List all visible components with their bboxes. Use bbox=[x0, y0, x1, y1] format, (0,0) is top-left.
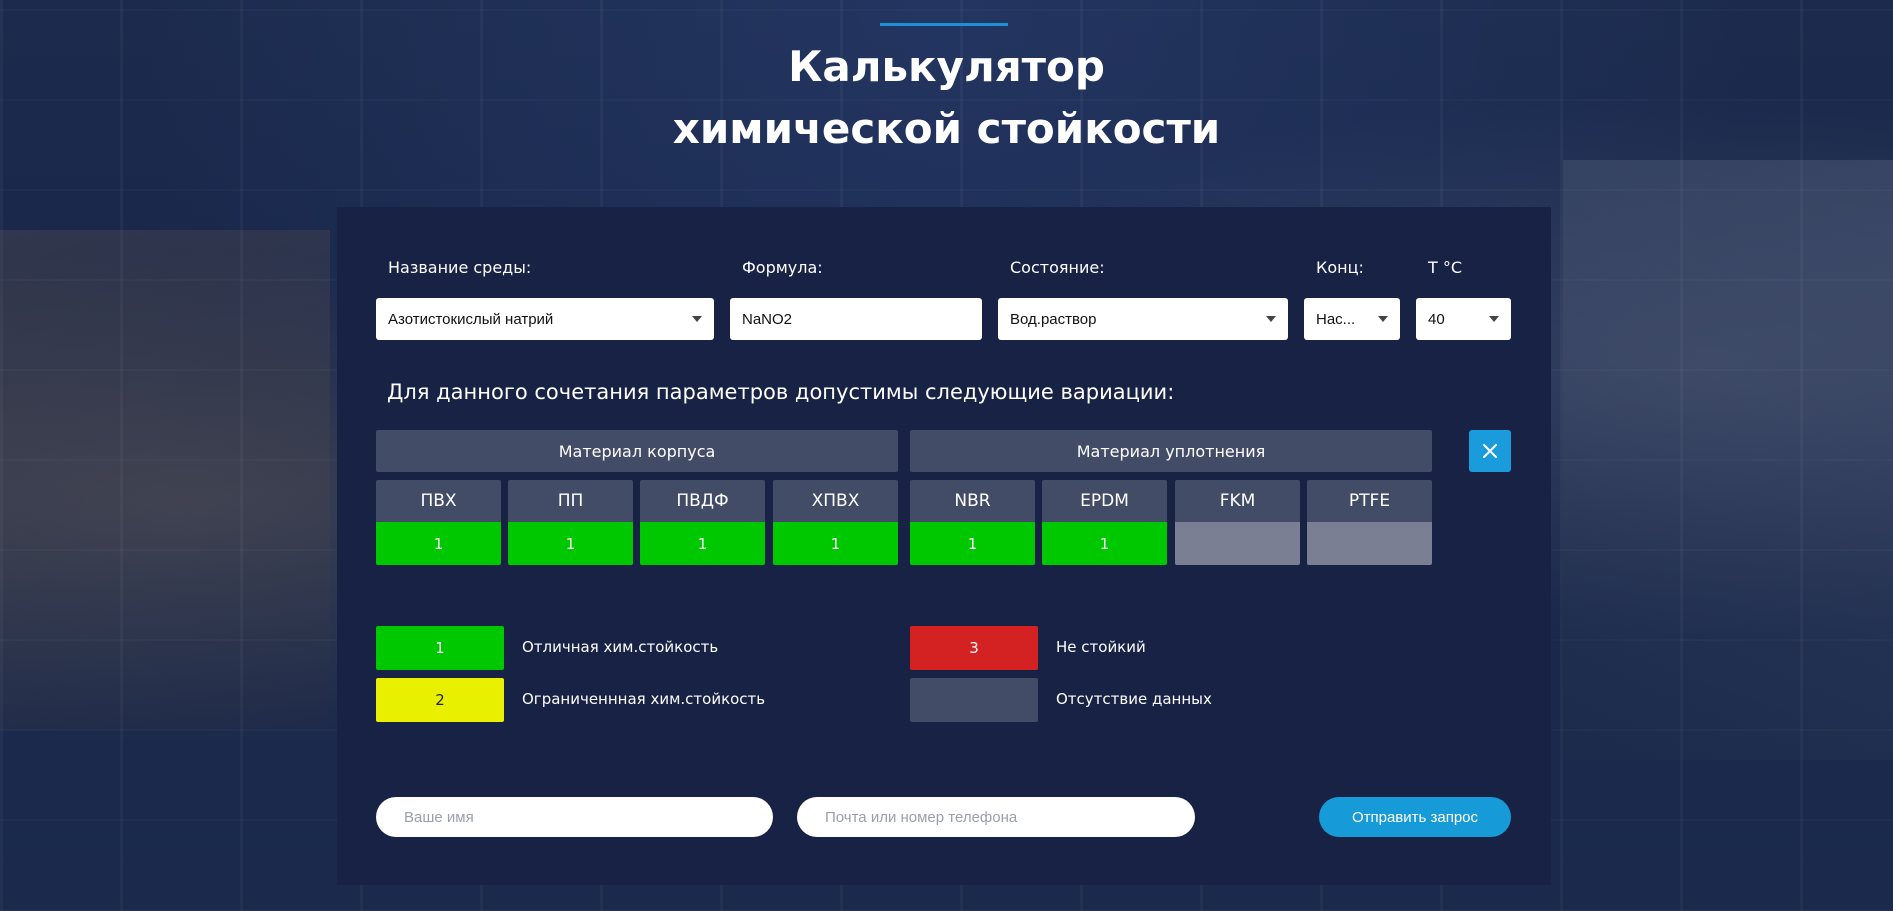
page-title-line2: химической стойкости bbox=[672, 104, 1221, 153]
material-rating: 1 bbox=[376, 522, 501, 565]
page-title: Калькулятор химической стойкости bbox=[0, 36, 1893, 160]
legend-swatch bbox=[910, 678, 1038, 722]
state-select[interactable]: Вод.раствор bbox=[998, 298, 1288, 340]
concentration-label: Конц: bbox=[1316, 258, 1364, 277]
temperature-select[interactable]: 40 bbox=[1416, 298, 1511, 340]
chevron-down-icon bbox=[1378, 316, 1388, 322]
material-column: ХПВХ 1 bbox=[773, 480, 898, 565]
background-left bbox=[0, 230, 330, 730]
results-info-text: Для данного сочетания параметров допусти… bbox=[387, 380, 1175, 404]
material-rating: 1 bbox=[508, 522, 633, 565]
material-name: PTFE bbox=[1307, 480, 1432, 522]
material-column: ПВДФ 1 bbox=[640, 480, 765, 565]
background-right bbox=[1563, 160, 1893, 760]
title-accent-line bbox=[880, 23, 1008, 26]
material-name: ПВДФ bbox=[640, 480, 765, 522]
formula-input[interactable]: NaNO2 bbox=[730, 298, 982, 340]
temperature-label: Т °С bbox=[1428, 258, 1463, 277]
temperature-select-value: 40 bbox=[1428, 310, 1445, 328]
formula-input-value: NaNO2 bbox=[742, 310, 793, 328]
legend-label: Отличная хим.стойкость bbox=[522, 638, 719, 656]
material-name: FKM bbox=[1175, 480, 1300, 522]
state-select-value: Вод.раствор bbox=[1010, 310, 1097, 328]
material-column: PTFE bbox=[1307, 480, 1432, 565]
material-name: ПВХ bbox=[376, 480, 501, 522]
medium-select[interactable]: Азотистокислый натрий bbox=[376, 298, 714, 340]
submit-request-button[interactable]: Отправить запрос bbox=[1319, 797, 1511, 837]
state-label: Состояние: bbox=[1010, 258, 1105, 277]
chevron-down-icon bbox=[1266, 316, 1276, 322]
legend-label: Не стойкий bbox=[1056, 638, 1146, 656]
body-material-header: Материал корпуса bbox=[376, 430, 898, 472]
medium-label: Название среды: bbox=[388, 258, 532, 277]
legend-label: Ограниченнная хим.стойкость bbox=[522, 690, 766, 708]
medium-select-value: Азотистокислый натрий bbox=[388, 310, 554, 328]
material-rating: 1 bbox=[910, 522, 1035, 565]
close-icon bbox=[1483, 444, 1497, 458]
legend-swatch: 1 bbox=[376, 626, 504, 670]
material-name: ПП bbox=[508, 480, 633, 522]
concentration-select-value: Нас... bbox=[1316, 310, 1356, 328]
material-column: FKM bbox=[1175, 480, 1300, 565]
material-name: NBR bbox=[910, 480, 1035, 522]
material-rating: 1 bbox=[773, 522, 898, 565]
material-rating: 1 bbox=[640, 522, 765, 565]
material-column: ПВХ 1 bbox=[376, 480, 501, 565]
material-rating: 1 bbox=[1042, 522, 1167, 565]
contact-input[interactable]: Почта или номер телефона bbox=[797, 797, 1195, 837]
legend-swatch: 2 bbox=[376, 678, 504, 722]
material-column: EPDM 1 bbox=[1042, 480, 1167, 565]
concentration-select[interactable]: Нас... bbox=[1304, 298, 1400, 340]
seal-material-header: Материал уплотнения bbox=[910, 430, 1432, 472]
close-button[interactable] bbox=[1469, 430, 1511, 472]
name-input-placeholder: Ваше имя bbox=[404, 808, 474, 826]
chevron-down-icon bbox=[692, 316, 702, 322]
material-name: ХПВХ bbox=[773, 480, 898, 522]
formula-label: Формула: bbox=[742, 258, 823, 277]
legend-label: Отсутствие данных bbox=[1056, 690, 1212, 708]
page-title-line1: Калькулятор bbox=[788, 42, 1105, 91]
chevron-down-icon bbox=[1489, 316, 1499, 322]
material-rating bbox=[1307, 522, 1432, 565]
material-column: ПП 1 bbox=[508, 480, 633, 565]
material-column: NBR 1 bbox=[910, 480, 1035, 565]
name-input[interactable]: Ваше имя bbox=[376, 797, 773, 837]
legend-swatch: 3 bbox=[910, 626, 1038, 670]
material-name: EPDM bbox=[1042, 480, 1167, 522]
material-rating bbox=[1175, 522, 1300, 565]
contact-input-placeholder: Почта или номер телефона bbox=[825, 808, 1018, 826]
